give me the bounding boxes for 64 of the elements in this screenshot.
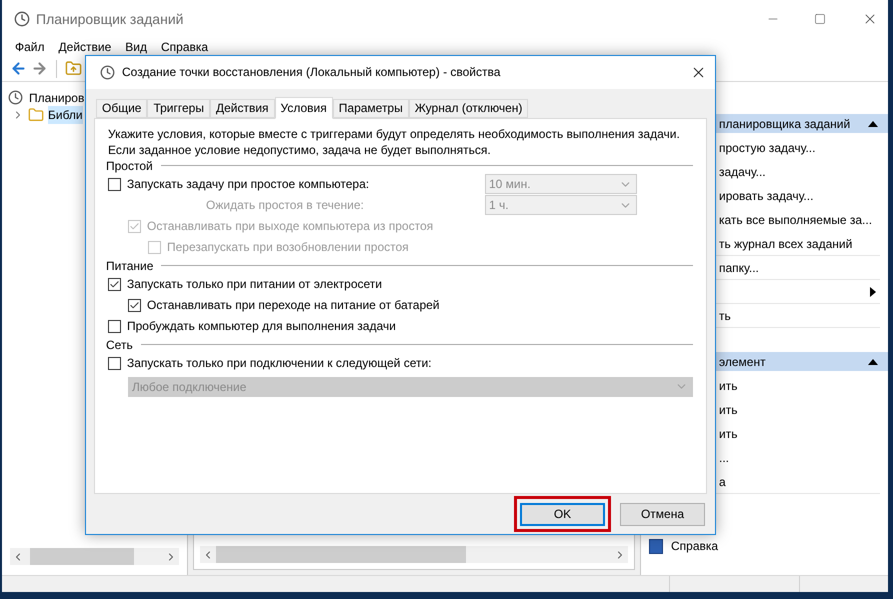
action-link[interactable]: ировать задачу...: [719, 187, 814, 205]
action-link[interactable]: ...: [719, 449, 730, 467]
tab[interactable]: Параметры: [332, 98, 409, 118]
menu-item[interactable]: Файл: [15, 38, 45, 56]
checkbox[interactable]: [128, 298, 141, 312]
action-link[interactable]: папку...: [719, 258, 759, 276]
horizontal-scrollbar[interactable]: [10, 548, 179, 565]
menu-item[interactable]: Справка: [161, 38, 208, 56]
tab[interactable]: Действия: [210, 98, 275, 118]
menu-item[interactable]: Действие: [58, 38, 112, 56]
checkbox-label: Запускать только при питании от электросети: [127, 276, 382, 294]
scrollbar-thumb[interactable]: [30, 548, 134, 565]
checkbox-label: Останавливать при переходе на питание от батарей: [147, 297, 440, 314]
horizontal-scrollbar[interactable]: [200, 546, 628, 563]
intro-text: Если заданное условие недопустимо, задача не будет выполняться.: [108, 142, 492, 158]
group-title: Простой: [106, 158, 153, 175]
action-link[interactable]: а: [719, 472, 726, 490]
dialog-button[interactable]: OK: [520, 502, 605, 526]
checkbox-label: Останавливать при выходе компьютера из простоя: [147, 218, 434, 236]
forward-icon[interactable]: [31, 60, 48, 77]
action-link[interactable]: кать все выполняемые за...: [719, 211, 872, 229]
menu-item[interactable]: Вид: [125, 38, 147, 56]
action-link[interactable]: ить: [719, 401, 738, 419]
check-icon: [109, 278, 120, 290]
check-icon: [129, 300, 140, 311]
tree-item[interactable]: Планиров: [29, 88, 84, 106]
checkbox-label: Перезапускать при возобновлении простоя: [167, 239, 409, 256]
action-link[interactable]: простую задачу...: [719, 139, 816, 157]
checkbox[interactable]: [108, 278, 121, 291]
submenu-arrow-icon[interactable]: [870, 286, 876, 296]
maximize-icon[interactable]: [814, 13, 826, 25]
action-link[interactable]: задачу...: [719, 163, 766, 181]
action-link[interactable]: ить: [719, 425, 738, 443]
check-icon: [129, 220, 140, 232]
tab[interactable]: Журнал (отключен): [408, 98, 528, 118]
folder-up-icon[interactable]: [65, 60, 82, 77]
checkbox[interactable]: [108, 320, 121, 333]
group-title: Питание: [106, 258, 154, 275]
field-label: Ожидать простоя в течение:: [206, 198, 364, 212]
tree-item[interactable]: Библи: [48, 106, 83, 124]
checkbox[interactable]: [108, 356, 121, 370]
checkbox-label: Запускать задачу при простое компьютера:: [127, 176, 370, 194]
action-link[interactable]: ть журнал всех заданий: [719, 234, 852, 252]
checkbox[interactable]: [108, 178, 121, 191]
clock-icon: [8, 90, 23, 105]
group-title: Сеть: [106, 336, 133, 354]
clock-icon: [14, 11, 30, 27]
action-link[interactable]: ить: [719, 377, 738, 395]
collapse-icon[interactable]: [868, 120, 878, 126]
tab[interactable]: Условия: [274, 96, 333, 119]
window-title: Планировщик заданий: [36, 10, 184, 29]
back-icon[interactable]: [10, 60, 27, 77]
action-link[interactable]: ть: [719, 306, 731, 324]
folder-icon: [28, 106, 44, 122]
scrollbar-thumb[interactable]: [216, 546, 466, 563]
tab[interactable]: Общие: [96, 98, 148, 118]
action-link[interactable]: Справка: [671, 537, 718, 555]
dialog-title: Создание точки восстановления (Локальный компьютер) - свойства: [122, 64, 502, 82]
checkbox-label: Пробуждать компьютер для выполнения задачи: [127, 318, 396, 336]
tab[interactable]: Триггеры: [147, 98, 210, 118]
clock-icon: [100, 64, 115, 80]
dialog-button[interactable]: Отмена: [620, 502, 705, 526]
checkbox-label: Запускать только при подключении к следующей сети:: [127, 355, 432, 372]
collapse-icon[interactable]: [868, 358, 878, 364]
